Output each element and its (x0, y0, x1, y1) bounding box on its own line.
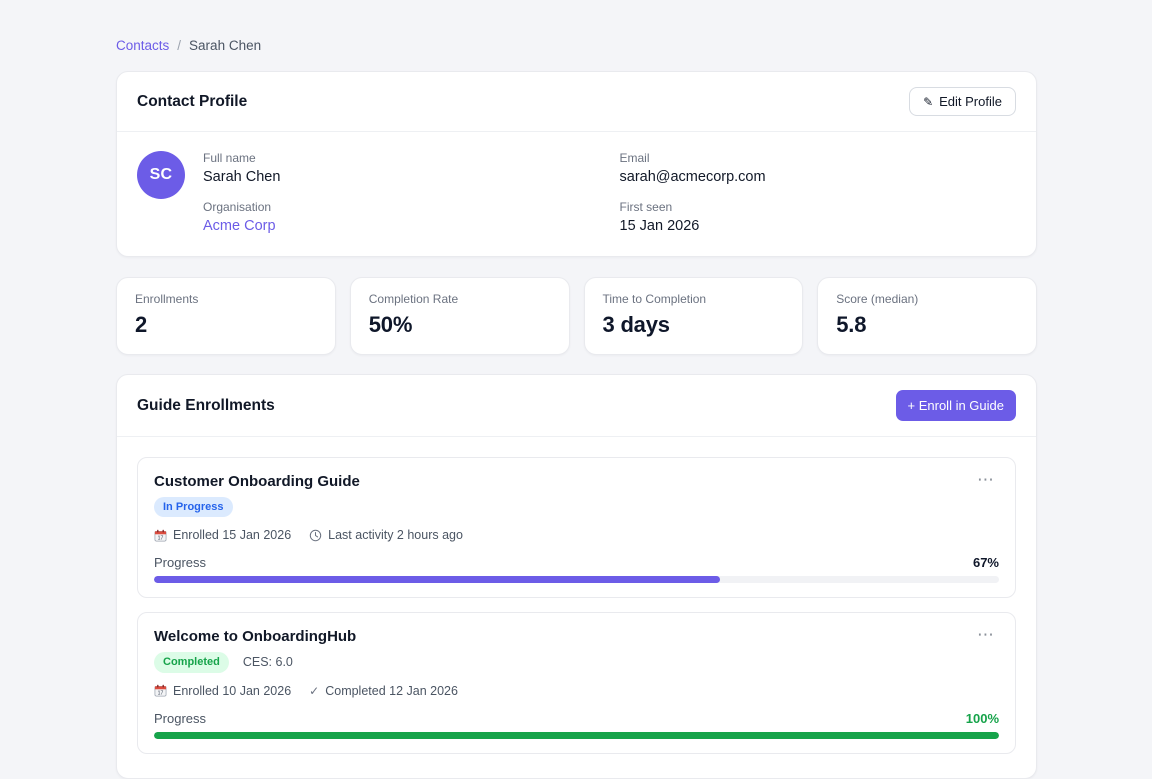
edit-profile-label: Edit Profile (939, 94, 1002, 109)
enrollment-card: Customer Onboarding Guide ⋯ In Progress … (137, 457, 1016, 598)
edit-profile-button[interactable]: ✎ Edit Profile (909, 87, 1016, 116)
contact-profile-title: Contact Profile (137, 93, 247, 111)
enrolled-date: 17 Enrolled 15 Jan 2026 (154, 528, 291, 542)
breadcrumb: Contacts / Sarah Chen (116, 38, 1037, 53)
stats-row: Enrollments 2 Completion Rate 50% Time t… (116, 277, 1037, 355)
avatar: SC (137, 151, 185, 199)
completed-date: ✓ Completed 12 Jan 2026 (309, 684, 458, 698)
progress-bar-fill (154, 576, 720, 583)
status-badge: In Progress (154, 497, 233, 517)
progress-label: Progress (154, 711, 206, 726)
more-menu-icon[interactable]: ⋯ (973, 628, 999, 642)
guide-enrollments-body: Customer Onboarding Guide ⋯ In Progress … (117, 437, 1036, 778)
breadcrumb-current: Sarah Chen (189, 38, 261, 53)
progress-bar (154, 576, 999, 583)
stat-label: Enrollments (135, 292, 317, 306)
stat-card-score-median: Score (median) 5.8 (817, 277, 1037, 355)
progress-label: Progress (154, 555, 206, 570)
progress-bar (154, 732, 999, 739)
stat-card-time-to-completion: Time to Completion 3 days (584, 277, 804, 355)
stat-value: 5.8 (836, 312, 1018, 338)
calendar-icon: 17 (154, 684, 167, 697)
first-seen-label: First seen (620, 200, 1017, 214)
stat-card-enrollments: Enrollments 2 (116, 277, 336, 355)
enrolled-date: 17 Enrolled 10 Jan 2026 (154, 684, 291, 698)
contact-profile-body: SC Full name Sarah Chen Email sarah@acme… (117, 132, 1036, 256)
svg-text:17: 17 (158, 535, 164, 541)
profile-fields: Full name Sarah Chen Email sarah@acmecor… (203, 151, 1016, 234)
progress-percent: 100% (966, 711, 999, 726)
stat-value: 3 days (603, 312, 785, 338)
field-first-seen: First seen 15 Jan 2026 (620, 200, 1017, 234)
breadcrumb-separator: / (177, 38, 181, 53)
contact-profile-card: Contact Profile ✎ Edit Profile SC Full n… (116, 71, 1037, 257)
last-activity: Last activity 2 hours ago (309, 528, 463, 542)
progress-percent: 67% (973, 555, 999, 570)
email-label: Email (620, 151, 1017, 165)
full-name-value: Sarah Chen (203, 169, 600, 185)
status-badge: Completed (154, 652, 229, 672)
contact-profile-header: Contact Profile ✎ Edit Profile (117, 72, 1036, 132)
stat-card-completion-rate: Completion Rate 50% (350, 277, 570, 355)
ces-score: CES: 6.0 (243, 655, 293, 669)
svg-text:17: 17 (158, 691, 164, 697)
stat-label: Time to Completion (603, 292, 785, 306)
stat-value: 50% (369, 312, 551, 338)
guide-enrollments-title: Guide Enrollments (137, 397, 275, 415)
breadcrumb-contacts-link[interactable]: Contacts (116, 38, 169, 53)
stat-label: Score (median) (836, 292, 1018, 306)
guide-enrollments-header: Guide Enrollments + Enroll in Guide (117, 375, 1036, 437)
pencil-icon: ✎ (923, 95, 933, 109)
organisation-link[interactable]: Acme Corp (203, 218, 276, 234)
enroll-in-guide-button[interactable]: + Enroll in Guide (896, 390, 1016, 421)
stat-label: Completion Rate (369, 292, 551, 306)
full-name-label: Full name (203, 151, 600, 165)
progress-bar-fill (154, 732, 999, 739)
first-seen-value: 15 Jan 2026 (620, 218, 1017, 234)
organisation-label: Organisation (203, 200, 600, 214)
guide-enrollments-card: Guide Enrollments + Enroll in Guide Cust… (116, 374, 1037, 779)
clock-icon (309, 529, 322, 542)
enrollment-title: Welcome to OnboardingHub (154, 628, 356, 645)
enrollment-card: Welcome to OnboardingHub ⋯ Completed CES… (137, 612, 1016, 753)
page-container: Contacts / Sarah Chen Contact Profile ✎ … (116, 0, 1037, 779)
stat-value: 2 (135, 312, 317, 338)
enrollment-title: Customer Onboarding Guide (154, 473, 360, 490)
email-value: sarah@acmecorp.com (620, 169, 1017, 185)
more-menu-icon[interactable]: ⋯ (973, 473, 999, 487)
calendar-icon: 17 (154, 529, 167, 542)
check-icon: ✓ (309, 684, 319, 698)
field-full-name: Full name Sarah Chen (203, 151, 600, 185)
field-email: Email sarah@acmecorp.com (620, 151, 1017, 185)
field-organisation: Organisation Acme Corp (203, 200, 600, 234)
